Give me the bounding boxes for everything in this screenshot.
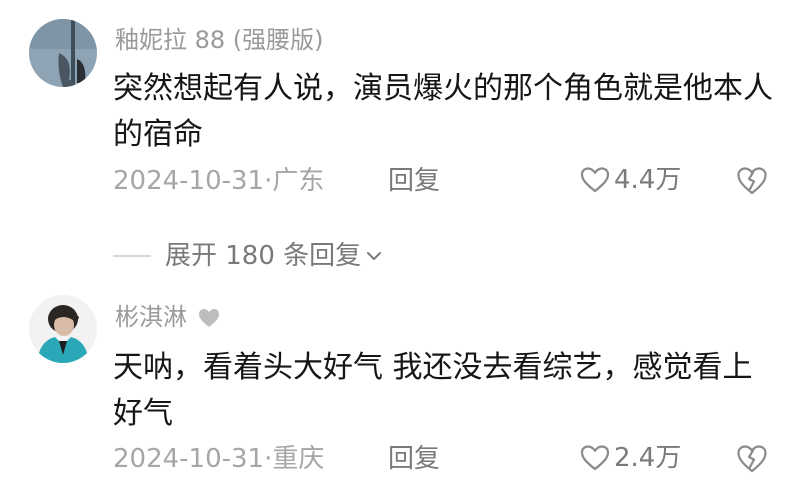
like-count: 2.4万 — [614, 443, 682, 473]
like-button[interactable]: 4.4万 — [580, 166, 681, 194]
comment-date-location: 2024-10-31·广东 — [113, 166, 325, 196]
expand-replies-label[interactable]: 展开 180 条回复 — [165, 243, 361, 269]
heart-outline-icon[interactable] — [580, 166, 610, 194]
chevron-down-icon[interactable] — [365, 249, 383, 263]
like-count: 4.4万 — [614, 165, 682, 195]
broken-heart-icon[interactable] — [736, 166, 768, 196]
heart-outline-icon[interactable] — [580, 444, 610, 472]
comment-date-location: 2024-10-31·重庆 — [113, 444, 325, 474]
reply-button[interactable]: 回复 — [388, 168, 440, 194]
avatar[interactable] — [29, 19, 97, 87]
username[interactable]: 釉妮拉 88 (强腰版) — [115, 28, 324, 52]
avatar[interactable] — [29, 295, 97, 363]
expand-replies-button[interactable]: 展开 180 条回复 — [113, 236, 383, 276]
like-button[interactable]: 2.4万 — [580, 444, 681, 472]
divider-line — [113, 255, 151, 257]
reply-button[interactable]: 回复 — [388, 446, 440, 472]
dislike-button[interactable] — [736, 166, 768, 200]
comment-text: 突然想起有人说，演员爆火的那个角色就是他本人的宿命 — [113, 71, 773, 152]
username[interactable]: 彬淇淋 — [115, 305, 221, 329]
username-text[interactable]: 釉妮拉 88 (强腰版) — [115, 26, 324, 54]
broken-heart-icon[interactable] — [736, 444, 768, 474]
comment-text: 天呐，看着头大好气 我还没去看综艺，感觉看上好气 — [113, 350, 753, 431]
username-text[interactable]: 彬淇淋 — [115, 303, 187, 331]
heart-badge-icon — [198, 309, 219, 327]
dislike-button[interactable] — [736, 444, 768, 478]
